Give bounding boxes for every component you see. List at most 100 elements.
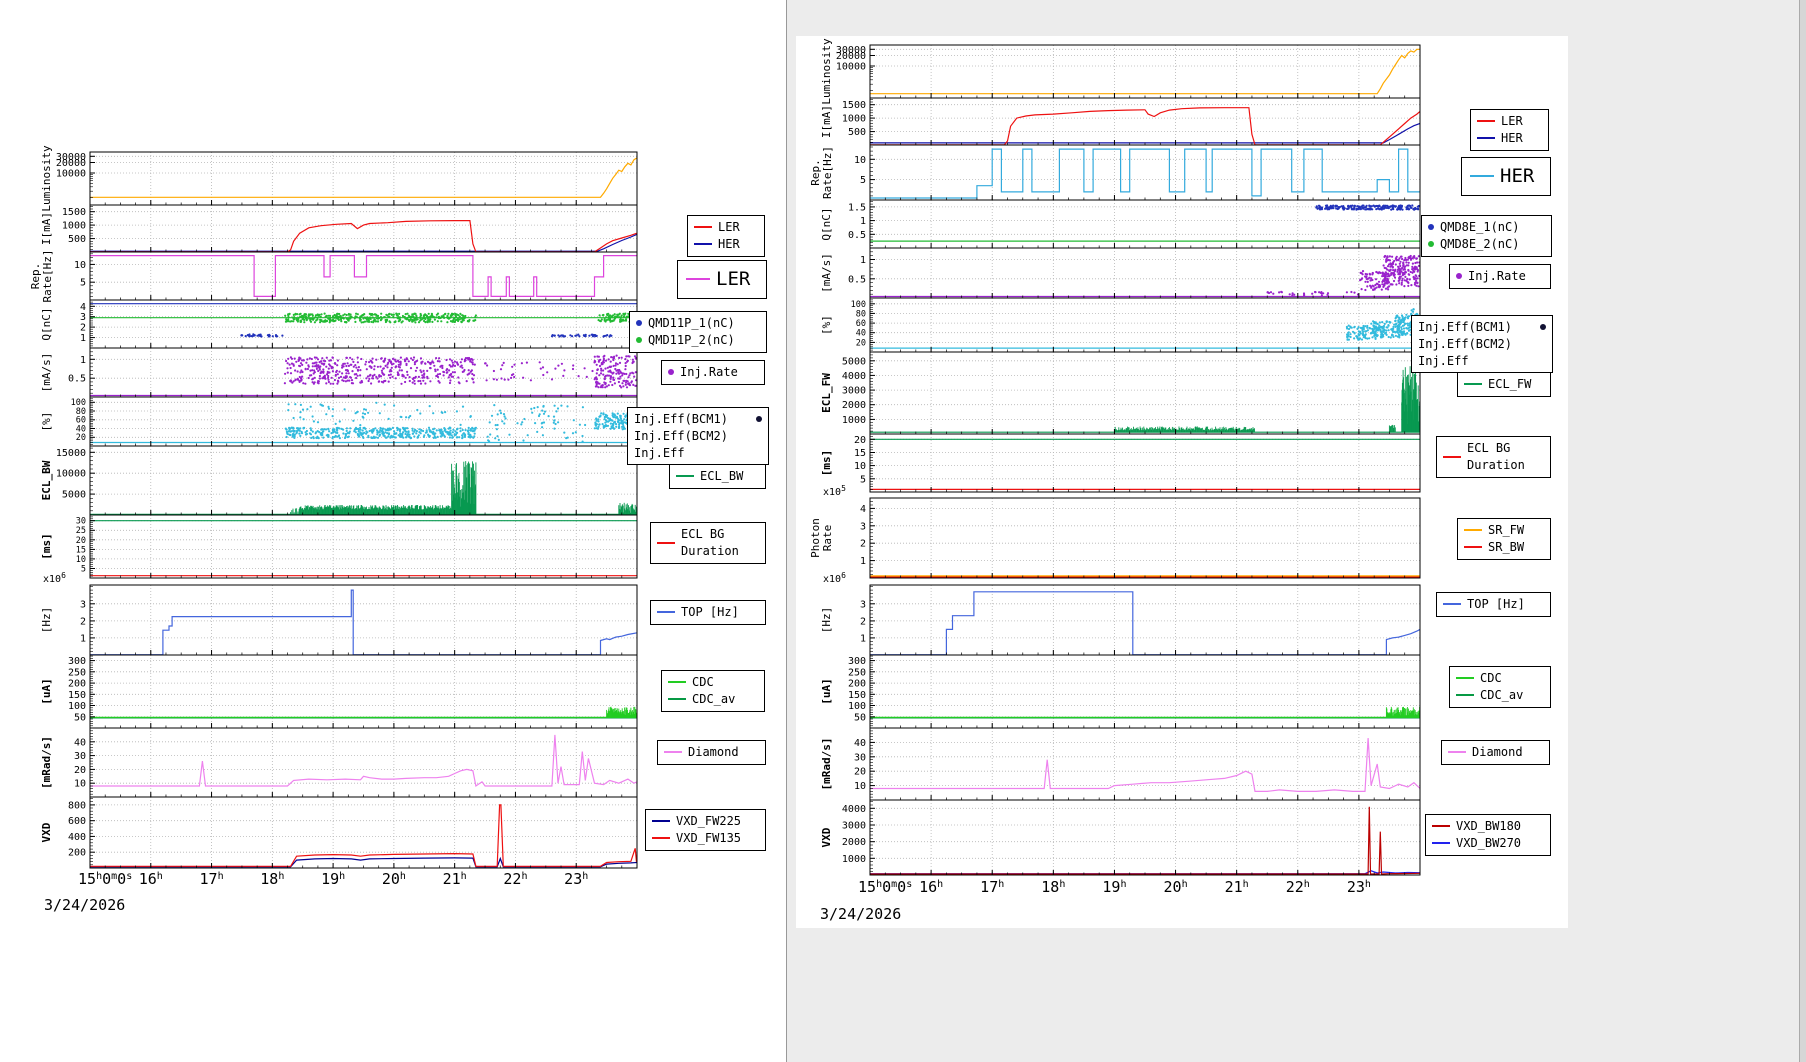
legend-label: Inj.Eff(BCM1) [1418, 319, 1512, 336]
y-tick-label: 3 [860, 599, 866, 610]
x-tick-label: 15h0m0s [78, 870, 132, 888]
subplot-cur: 50010001500I[mA] [40, 205, 637, 252]
x-tick-label: 23h [564, 870, 588, 888]
legend-item: Inj.Eff(BCM2) [1418, 336, 1546, 353]
date-label-right: 3/24/2026 [820, 905, 901, 923]
legend-dot-marker [756, 416, 762, 422]
legend-label: Inj.Rate [1468, 268, 1526, 285]
legend-label: VXD_FW135 [676, 830, 741, 847]
legend-item: Inj.Eff [1418, 353, 1546, 370]
ylabel-top: [Hz] [40, 607, 53, 634]
y-tick-label: 80 [76, 407, 86, 417]
legend-item: HER [1470, 163, 1542, 190]
legend-ecl-bg: ECL BGDuration [1436, 436, 1551, 478]
subplot-rep: 510Rep.Rate[Hz] [29, 250, 637, 303]
legend-ecl: ECL_BW [669, 464, 766, 489]
legend-item: CDC [1456, 670, 1544, 687]
ylabel-q: Q[nC] [820, 207, 833, 240]
y-tick-label: 20 [74, 765, 86, 776]
legend-line-marker [664, 751, 682, 753]
legend-item: TOP [Hz] [657, 604, 759, 621]
legend-item: ECL BGDuration [1443, 440, 1544, 474]
y-tick-label: 10000 [56, 169, 86, 180]
legend-label: VXD_BW180 [1456, 818, 1521, 835]
y-tick-label: 10 [74, 779, 86, 790]
subplot-q: 0.511.5Q[nC] [820, 200, 1420, 248]
legend-label: ECL BGDuration [681, 526, 739, 560]
subplot-cdc: 50100150200250300[uA] [820, 655, 1420, 728]
legend-line-marker [652, 820, 670, 822]
y-tick-label: 3 [80, 312, 86, 323]
legend-line-marker [1432, 842, 1450, 844]
legend-item: Diamond [1448, 744, 1543, 761]
legend-line-marker [1477, 120, 1495, 122]
y-tick-label: 3 [80, 599, 86, 610]
y-tick-label: 15 [854, 448, 866, 459]
subplot-lum: 100002000030000Luminosity [40, 145, 637, 212]
legend-label: CDC [1480, 670, 1502, 687]
y-tick-label: 20 [76, 536, 86, 546]
subplot-ecl: 50001000015000ECL_BW [40, 446, 637, 515]
legend-label: ECL_FW [1488, 376, 1531, 393]
legend-label: QMD11P_1(nC) [648, 315, 735, 332]
y-tick-label: 10000 [56, 469, 86, 480]
y-tick-label: 100 [848, 701, 866, 712]
y-tick-label: 60 [76, 416, 86, 426]
ylabel-eff: [%] [820, 315, 833, 335]
y-tick-label: 10 [854, 155, 866, 166]
legend-label: LER [716, 266, 750, 293]
legend-item: TOP [Hz] [1443, 596, 1544, 613]
legend-label: HER [718, 236, 740, 253]
y-tick-label: 0.5 [848, 274, 866, 285]
y-tick-label: 1 [860, 255, 866, 266]
legend-charge: QMD8E_1(nC)QMD8E_2(nC) [1421, 215, 1552, 257]
legend-item: ECL BGDuration [657, 526, 759, 560]
ylabel-rep: Rate[Hz] [41, 250, 54, 303]
legend-item: VXD_BW270 [1432, 835, 1544, 852]
ylabel-ecl: ECL_FW [820, 373, 833, 413]
ylabel-dia: [mRad/s] [40, 736, 53, 789]
y-tick-label: 1500 [842, 100, 866, 111]
y-tick-label: 40 [856, 329, 866, 339]
legend-top: TOP [Hz] [1436, 592, 1551, 617]
legend-dot-marker [1428, 224, 1434, 230]
legend-line-marker [1443, 603, 1461, 605]
background-monitor-window: 100002000030000Luminosity50010001500I[mA… [0, 0, 1806, 1062]
y-tick-label: 1000 [842, 854, 866, 865]
legend-inj-rate: Inj.Rate [1449, 264, 1551, 289]
y-tick-label: 150 [68, 690, 86, 701]
subplot-ms: 51015202530[ms] [40, 515, 637, 578]
y-tick-label: 300 [68, 656, 86, 667]
y-tick-label: 2 [80, 616, 86, 627]
legend-item: HER [694, 236, 758, 253]
y-tick-label: 20 [854, 435, 866, 446]
ylabel-ecl: ECL_BW [40, 460, 53, 500]
legend-label: CDC_av [692, 691, 735, 708]
y-tick-label: 30 [854, 752, 866, 763]
legend-line-marker [694, 226, 712, 228]
legend-vxd: VXD_FW225VXD_FW135 [645, 809, 766, 851]
legend-line-marker [1464, 529, 1482, 531]
y-tick-label: 3000 [842, 386, 866, 397]
legend-label: Inj.Eff [634, 445, 685, 462]
y-tick-label: 150 [848, 690, 866, 701]
legend-label: HER [1501, 130, 1523, 147]
legend-label: ECL BGDuration [1467, 440, 1525, 474]
x-tick-label: 22h [503, 870, 527, 888]
legend-item: SR_FW [1464, 522, 1544, 539]
legend-label: LER [718, 219, 740, 236]
legend-label: Inj.Eff(BCM1) [634, 411, 728, 428]
y-tick-label: 5 [860, 175, 866, 186]
legend-current: LERHER [687, 215, 765, 257]
legend-label: SR_FW [1488, 522, 1524, 539]
y-tick-label: 40 [854, 738, 866, 749]
y-tick-label: 0.5 [848, 230, 866, 241]
subplot-vxd: 1000200030004000VXD [820, 800, 1420, 875]
subplot-ms: 5101520[ms] [820, 434, 1420, 492]
subplot-rep: 510Rep.Rate[Hz] [809, 145, 1420, 200]
y-tick-label: 800 [68, 800, 86, 811]
legend-cdc: CDCCDC_av [661, 670, 765, 712]
legend-vxd: VXD_BW180VXD_BW270 [1425, 814, 1551, 856]
y-tick-label: 200 [68, 679, 86, 690]
legend-item: VXD_FW135 [652, 830, 759, 847]
